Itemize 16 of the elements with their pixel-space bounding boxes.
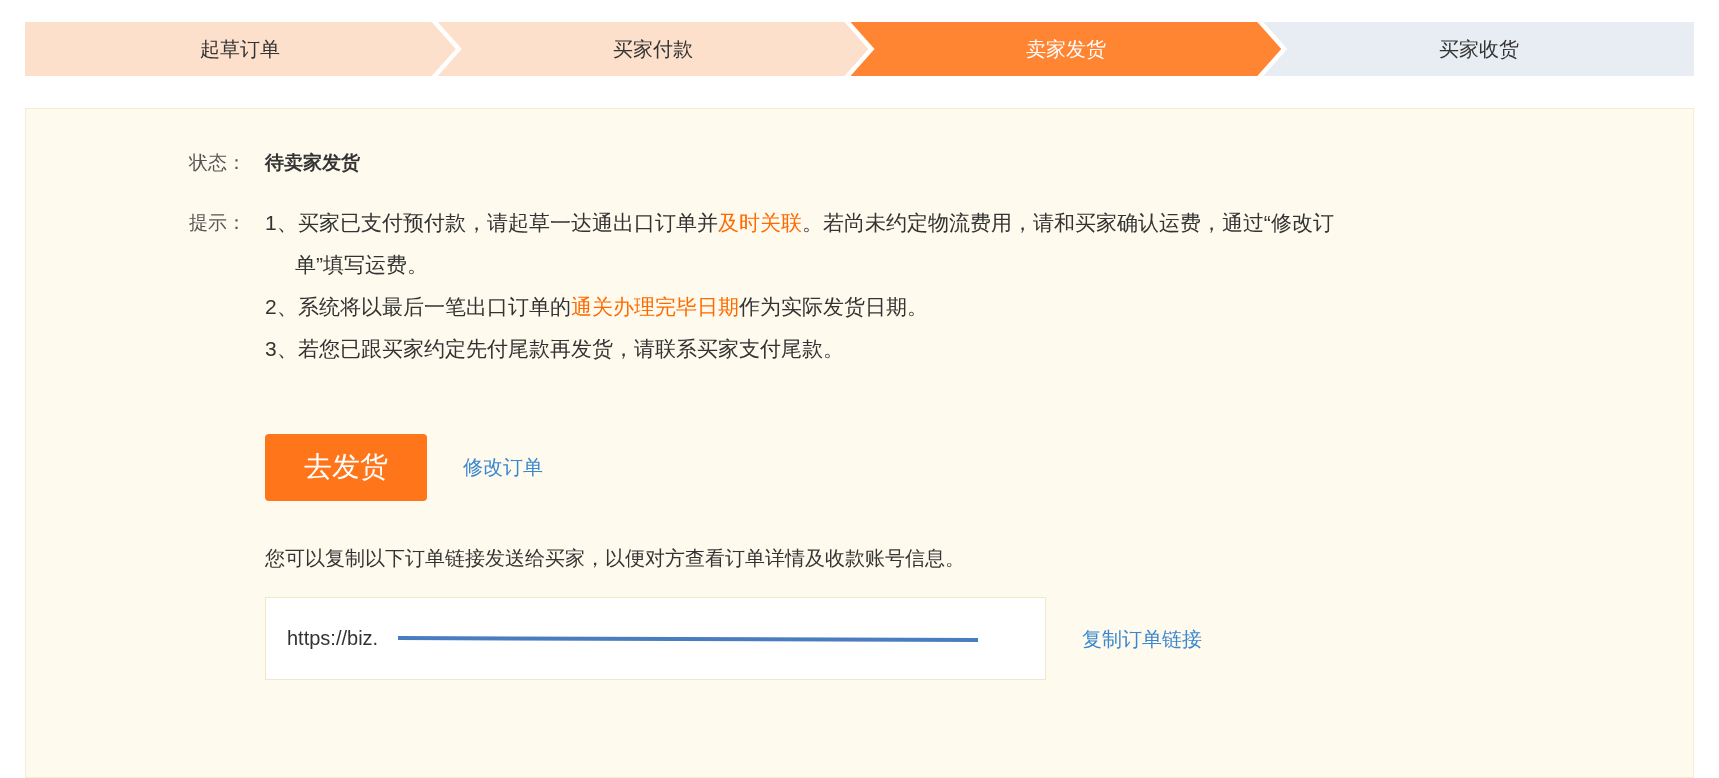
copy-link[interactable]: 复制订单链接 [1082,624,1202,654]
tip-text: 1、买家已支付预付款，请起草一达通出口订单并及时关联。若尚未约定物流费用，请和买家确认运费，通过“修改订单”填写运费。 [265,209,1335,278]
tips-label: 提示： [189,210,247,235]
progress-step: 卖家发货 [850,22,1282,76]
progress-step: 起草订单 [25,22,456,76]
tip-text: 2、系统将以最后一笔出口订单的通关办理完毕日期作为实际发货日期。 [265,293,929,320]
share-note: 您可以复制以下订单链接发送给买家，以便对方查看订单详情及收款账号信息。 [265,545,966,571]
tip-text: 3、若您已跟买家约定先付尾款再发货，请联系买家支付尾款。 [265,335,845,362]
progress-step: 买家付款 [437,22,869,76]
order-link-field[interactable]: https://biz. [265,596,1046,680]
progress-step: 买家收货 [1263,22,1694,76]
order-link-text: https://biz. [287,626,379,651]
edit-order-link[interactable]: 修改订单 [463,452,543,482]
ship-button[interactable]: 去发货 [265,433,427,501]
status-label: 状态： [189,151,247,175]
status-value: 待卖家发货 [265,151,360,175]
